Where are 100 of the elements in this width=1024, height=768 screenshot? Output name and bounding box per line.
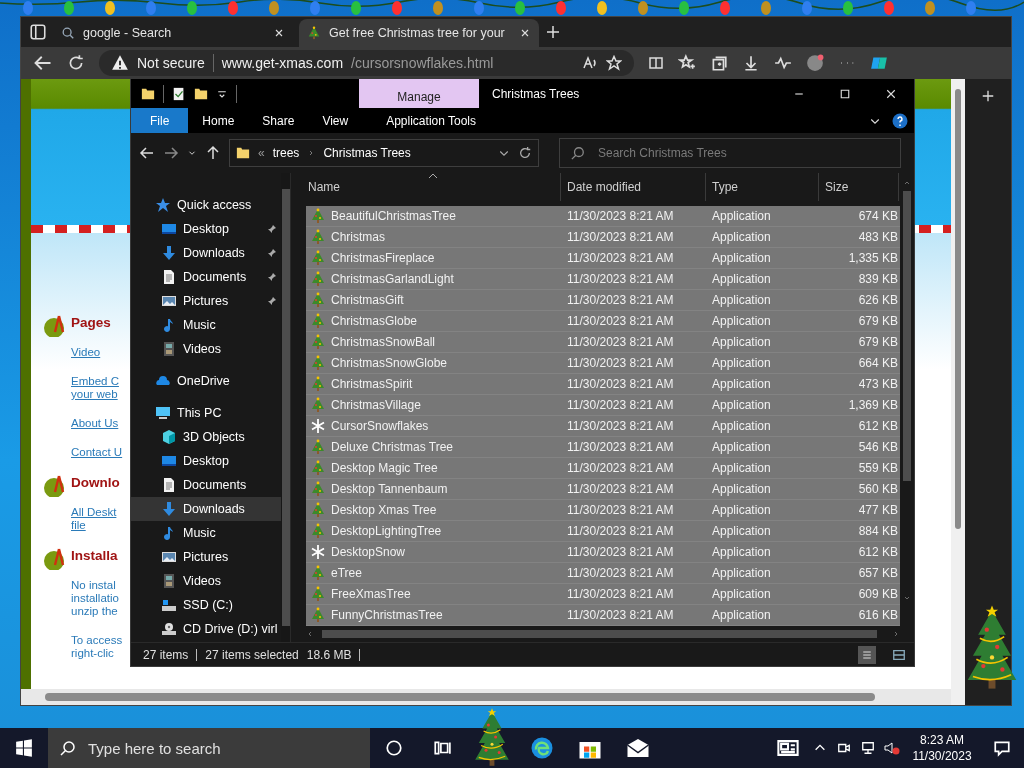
file-row[interactable]: FreeXmasTree 11/30/2023 8:21 AM Application 609 KB: [306, 584, 900, 605]
search-icon: [571, 146, 585, 160]
nav-item[interactable]: SSD (C:): [131, 593, 282, 617]
browser-tab[interactable]: Get free Christmas tree for your: [299, 19, 539, 47]
column-header[interactable]: Date modified: [561, 173, 706, 201]
favorites-icon[interactable]: [678, 54, 696, 72]
nav-item[interactable]: 3D Objects: [131, 425, 282, 449]
clock[interactable]: 8:23 AM 11/30/2023: [904, 732, 980, 764]
column-header[interactable]: Size: [819, 173, 899, 201]
browser-tab[interactable]: google - Search: [53, 19, 293, 47]
help-icon[interactable]: [892, 112, 908, 129]
file-row[interactable]: ChristmasVillage 11/30/2023 8:21 AM Application 1,369 KB: [306, 395, 900, 416]
back-icon[interactable]: [139, 145, 155, 161]
file-row[interactable]: eTree 11/30/2023 8:21 AM Application 657 KB: [306, 563, 900, 584]
file-row[interactable]: ChristmasSnowGlobe 11/30/2023 8:21 AM Application 664 KB: [306, 353, 900, 374]
file-row[interactable]: BeautifulChristmasTree 11/30/2023 8:21 AM Application 674 KB: [306, 206, 900, 227]
page-text: No instal installatio unzip the: [71, 579, 120, 618]
close-icon[interactable]: [519, 27, 531, 39]
tree-icon: [310, 292, 326, 308]
forward-icon[interactable]: [163, 145, 179, 161]
address-bar[interactable]: Not secure www.get-xmas.com /cursorsnowflakes.html: [99, 50, 634, 76]
nav-item[interactable]: Quick access: [131, 193, 282, 217]
tree-icon: [310, 313, 326, 329]
page-link[interactable]: Embed C your web: [71, 375, 123, 401]
nav-item[interactable]: Music: [131, 521, 282, 545]
nav-item[interactable]: Desktop: [131, 449, 282, 473]
film-icon: [161, 341, 177, 357]
nav-item[interactable]: CD Drive (D:) virl: [131, 617, 282, 641]
file-row[interactable]: Desktop Tannenbaum 11/30/2023 8:21 AM Application 560 KB: [306, 479, 900, 500]
ribbon-tab[interactable]: Home: [188, 108, 249, 133]
file-name: ChristmasSnowGlobe: [306, 355, 561, 371]
nav-item[interactable]: Documents: [131, 473, 282, 497]
nav-item[interactable]: Music: [131, 313, 282, 337]
breadcrumb-item[interactable]: trees: [272, 146, 300, 160]
file-row[interactable]: ChristmasGarlandLight 11/30/2023 8:21 AM Application 839 KB: [306, 269, 900, 290]
breadcrumb-item[interactable]: Christmas Trees: [323, 146, 411, 160]
file-row[interactable]: FunnyChristmasTree 11/30/2023 8:21 AM Application 616 KB: [306, 605, 900, 626]
horizontal-scrollbar[interactable]: [21, 689, 951, 705]
page-link[interactable]: About Us: [71, 417, 123, 430]
file-row[interactable]: ChristmasGlobe 11/30/2023 8:21 AM Application 679 KB: [306, 311, 900, 332]
file-name: FreeXmasTree: [306, 586, 561, 602]
nav-item[interactable]: Pictures: [131, 289, 282, 313]
file-type: Application: [711, 566, 772, 580]
add-icon[interactable]: [981, 89, 995, 103]
profile-icon[interactable]: [806, 54, 824, 72]
nav-item[interactable]: Documents: [131, 265, 282, 289]
overflow-chevrons[interactable]: «: [258, 146, 265, 160]
page-link[interactable]: Contact U: [71, 446, 123, 459]
nav-item[interactable]: Pictures: [131, 545, 282, 569]
nav-item[interactable]: Videos: [131, 337, 282, 361]
file-row[interactable]: Deluxe Christmas Tree 11/30/2023 8:21 AM Application 546 KB: [306, 437, 900, 458]
ribbon-tab[interactable]: View: [308, 108, 363, 133]
nav-item[interactable]: Downloads: [131, 497, 282, 521]
refresh-icon[interactable]: [518, 146, 532, 160]
nav-item[interactable]: Downloads: [131, 241, 282, 265]
document-icon: [161, 477, 177, 493]
column-header[interactable]: Name: [306, 173, 561, 201]
new-tab-icon[interactable]: [545, 24, 561, 40]
read-aloud-icon[interactable]: [582, 55, 598, 71]
file-type: Application: [711, 398, 772, 412]
copilot-icon[interactable]: [870, 54, 888, 72]
file-row[interactable]: DesktopSnow 11/30/2023 8:21 AM Application 612 KB: [306, 542, 900, 563]
file-type: Application: [711, 356, 772, 370]
file-row[interactable]: CursorSnowflakes 11/30/2023 8:21 AM Application 612 KB: [306, 416, 900, 437]
file-row[interactable]: Desktop Magic Tree 11/30/2023 8:21 AM Application 559 KB: [306, 458, 900, 479]
file-row[interactable]: ChristmasSpirit 11/30/2023 8:21 AM Application 473 KB: [306, 374, 900, 395]
tree-icon: [310, 208, 326, 224]
page-link[interactable]: All Deskt file: [71, 506, 120, 532]
properties-icon[interactable]: [172, 85, 186, 102]
column-header[interactable]: Type: [706, 173, 819, 201]
details-view-button[interactable]: [858, 645, 876, 664]
close-icon[interactable]: [273, 27, 285, 39]
split-screen-icon[interactable]: [648, 55, 664, 71]
download-icon[interactable]: [742, 54, 760, 72]
file-row[interactable]: ChristmasGift 11/30/2023 8:21 AM Application 626 KB: [306, 290, 900, 311]
address-box[interactable]: « trees Christmas Trees: [229, 139, 539, 167]
nav-item[interactable]: Desktop: [131, 217, 282, 241]
refresh-icon[interactable]: [67, 54, 85, 72]
vertical-scrollbar[interactable]: [951, 79, 965, 705]
file-name: CursorSnowflakes: [306, 418, 561, 434]
file-row[interactable]: Desktop Xmas Tree 11/30/2023 8:21 AM Application 477 KB: [306, 500, 900, 521]
tab-actions-icon[interactable]: [29, 23, 47, 41]
manage-tab[interactable]: Manage: [359, 79, 479, 108]
heartbeat-icon[interactable]: [774, 54, 792, 72]
nav-item[interactable]: This PC: [131, 401, 282, 425]
ribbon-tab[interactable]: Application Tools: [372, 108, 491, 133]
star-icon[interactable]: [606, 55, 622, 71]
up-icon[interactable]: [205, 145, 221, 161]
file-row[interactable]: ChristmasSnowBall 11/30/2023 8:21 AM Application 679 KB: [306, 332, 900, 353]
taskbar-search-field[interactable]: Type here to search: [48, 728, 370, 768]
page-link[interactable]: Video: [71, 346, 123, 359]
nav-item[interactable]: Videos: [131, 569, 282, 593]
file-row[interactable]: Christmas 11/30/2023 8:21 AM Application 483 KB: [306, 227, 900, 248]
ribbon-tab[interactable]: Share: [248, 108, 309, 133]
collections-icon[interactable]: [710, 54, 728, 72]
search-field[interactable]: Search Christmas Trees: [559, 138, 901, 168]
file-row[interactable]: DesktopLightingTree 11/30/2023 8:21 AM Application 884 KB: [306, 521, 900, 542]
file-row[interactable]: ChristmasFireplace 11/30/2023 8:21 AM Application 1,335 KB: [306, 248, 900, 269]
file-name: BeautifulChristmasTree: [306, 208, 561, 224]
nav-item[interactable]: OneDrive: [131, 369, 282, 393]
